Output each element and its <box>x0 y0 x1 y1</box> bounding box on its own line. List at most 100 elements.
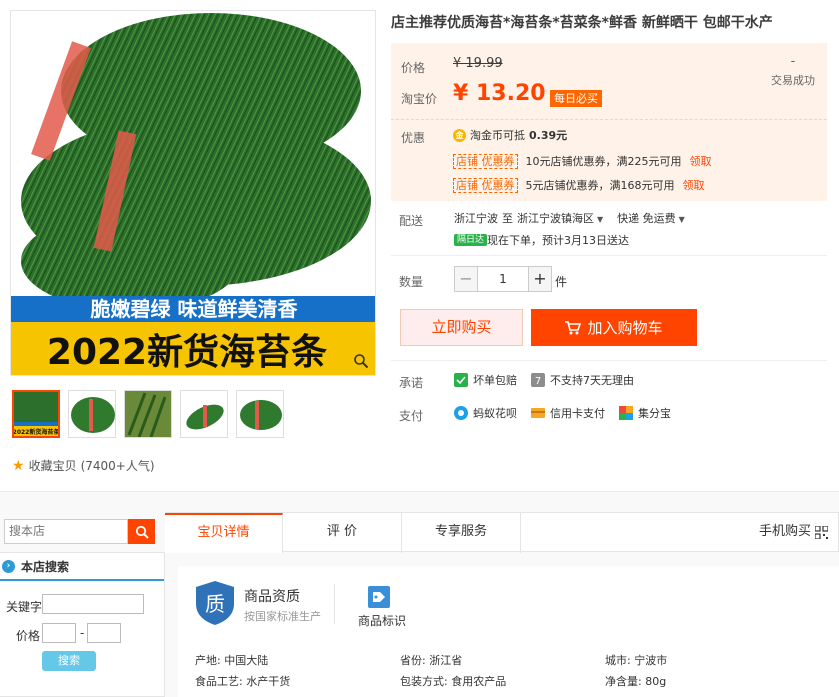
thumbnail-image <box>69 391 115 437</box>
promise-item[interactable]: 7 不支持7天无理由 <box>531 372 634 388</box>
tab-reviews[interactable]: 评 价 <box>283 513 402 553</box>
coupon-text: 10元店铺优惠券，满225元可用 <box>525 155 682 168</box>
detail-tabs: 宝贝详情 评 价 专享服务 手机购买 <box>165 512 839 553</box>
add-to-cart-button[interactable]: 加入购物车 <box>531 309 697 346</box>
thumbnail-4[interactable] <box>180 390 228 438</box>
product-tag-label[interactable]: 商品标识 <box>358 612 406 629</box>
search-button[interactable]: 搜索 <box>42 651 96 671</box>
price-range-label: 价格 <box>16 629 41 643</box>
mobile-buy[interactable]: 手机购买 <box>759 513 828 551</box>
original-price: ¥ 19.99 <box>453 56 503 71</box>
thumbnail-3[interactable] <box>124 390 172 438</box>
favorite-button[interactable]: ★ 收藏宝贝 (7400+人气) <box>12 457 155 474</box>
shield-check-icon <box>454 373 468 387</box>
quality-icon-text: 质 <box>205 592 225 616</box>
coupon-get-link[interactable]: 领取 <box>683 177 705 193</box>
shop-search-title: 本店搜索 <box>21 559 70 574</box>
quantity-label: 数量 <box>399 275 424 289</box>
shop-search-button[interactable] <box>128 519 155 544</box>
payment-text: 蚂蚁花呗 <box>473 407 517 420</box>
keyword-label: 关键字 <box>6 600 43 614</box>
huabei-icon <box>454 406 468 420</box>
thumbnail-strip: 2022新货海苔条 <box>12 390 284 438</box>
buy-now-button[interactable]: 立即购买 <box>400 309 523 346</box>
thumbnail-image <box>237 391 283 437</box>
promise-item[interactable]: 坏单包赔 <box>454 372 517 388</box>
deal-count-value: - <box>790 54 796 69</box>
payment-list: 蚂蚁花呗 信用卡支付 集分宝 <box>454 405 671 421</box>
discount-label: 优惠 <box>401 131 426 145</box>
chevron-right-icon: › <box>2 559 15 573</box>
quantity-input[interactable]: 1 <box>478 266 528 292</box>
ship-fee-select[interactable]: 快递 免运费 ▼ <box>617 210 685 226</box>
coin-deduction: 金 淘金币可抵 0.39元 <box>453 127 567 143</box>
price-range-dash: - <box>80 626 85 640</box>
coin-value: 0.39元 <box>529 129 568 142</box>
thumbnail-5[interactable] <box>236 390 284 438</box>
qualification-title: 商品资质 <box>244 589 300 605</box>
divider <box>334 584 335 624</box>
deal-count: - 交易成功 <box>771 55 815 88</box>
quality-shield-icon: 质 <box>196 581 234 625</box>
price-max-input[interactable] <box>87 623 121 643</box>
coupon-get-link[interactable]: 领取 <box>690 153 712 169</box>
ship-to-select[interactable]: 浙江宁波镇海区 ▼ <box>517 210 603 226</box>
coupon-tag: 店铺 优惠券 <box>453 153 518 169</box>
chevron-down-icon: ▼ <box>678 215 685 224</box>
attribute-item: 城市: 宁波市 <box>605 654 668 667</box>
coin-icon: 金 <box>453 128 466 142</box>
promise-text: 坏单包赔 <box>473 374 517 387</box>
search-icon <box>135 525 149 539</box>
price-min-input[interactable] <box>42 623 76 643</box>
thumbnail-1[interactable]: 2022新货海苔条 <box>12 390 60 438</box>
favorite-count: (7400+人气) <box>80 459 155 473</box>
thumbnail-image: 2022新货海苔条 <box>14 392 58 436</box>
keyword-input[interactable] <box>42 594 144 614</box>
divider <box>391 360 827 361</box>
increase-button[interactable]: + <box>528 266 552 292</box>
attribute-item: 食品工艺: 水产干货 <box>195 675 291 688</box>
promise-list: 坏单包赔 7 不支持7天无理由 <box>454 372 634 388</box>
promise-text: 不支持7天无理由 <box>550 374 634 387</box>
product-detail-card: 质 商品资质 按国家标准生产 商品标识 产地: 中国大陆 省份: 浙江省 城市:… <box>178 566 839 697</box>
payment-item[interactable]: 集分宝 <box>619 405 671 421</box>
attribute-item: 省份: 浙江省 <box>400 654 463 667</box>
payment-item[interactable]: 蚂蚁花呗 <box>454 405 517 421</box>
thumbnail-2[interactable] <box>68 390 116 438</box>
shipping-label: 配送 <box>399 214 424 228</box>
zoom-icon[interactable] <box>353 353 369 369</box>
qualification-subtitle: 按国家标准生产 <box>244 610 321 623</box>
product-tag-icon[interactable] <box>368 586 390 608</box>
svg-text:7: 7 <box>535 376 541 387</box>
taobao-price-label: 淘宝价 <box>401 92 438 106</box>
promise-label: 承诺 <box>399 376 424 390</box>
tab-services[interactable]: 专享服务 <box>402 513 521 553</box>
thumbnail-image <box>125 391 171 437</box>
seaweed-photo: 脆嫩碧绿 味道鲜美清香 2022新货海苔条 <box>11 11 375 375</box>
payment-item[interactable]: 信用卡支付 <box>531 405 605 421</box>
promo-divider <box>391 119 827 120</box>
seven-day-icon: 7 <box>531 373 545 387</box>
tab-details[interactable]: 宝贝详情 <box>165 513 283 553</box>
payment-label: 支付 <box>399 409 424 423</box>
arrival-text: 现在下单，预计3月13日送达 <box>487 234 630 247</box>
arrival-estimate: 隔日达 现在下单，预计3月13日送达 <box>454 232 629 248</box>
main-product-image[interactable]: 脆嫩碧绿 味道鲜美清香 2022新货海苔条 <box>10 10 376 376</box>
thumbnail-caption: 2022新货海苔条 <box>14 428 58 436</box>
shop-search-panel: › 本店搜索 关键字 价格 - 搜索 <box>0 552 165 697</box>
taobao-price: ¥ 13.20 <box>453 81 546 106</box>
coupon-row: 店铺 优惠券 5元店铺优惠券，满168元可用 领取 <box>453 177 705 193</box>
payment-text: 集分宝 <box>638 407 671 420</box>
chevron-down-icon: ▼ <box>597 215 604 224</box>
ship-fee-value: 快递 免运费 <box>617 212 676 225</box>
quantity-stepper: − 1 + <box>454 266 552 292</box>
coupon-text: 5元店铺优惠券，满168元可用 <box>525 179 675 192</box>
attribute-item: 产地: 中国大陆 <box>195 654 269 667</box>
decrease-button[interactable]: − <box>454 266 478 292</box>
coin-text: 淘金币可抵 <box>470 129 525 142</box>
add-to-cart-label: 加入购物车 <box>587 319 663 337</box>
ship-to-word: 至 <box>502 212 513 225</box>
shop-search-input[interactable]: 搜本店 <box>4 519 128 544</box>
attribute-item: 包装方式: 食用农产品 <box>400 675 507 688</box>
shipping-info: 浙江宁波 至 浙江宁波镇海区 ▼ 快递 免运费 ▼ <box>454 210 685 226</box>
